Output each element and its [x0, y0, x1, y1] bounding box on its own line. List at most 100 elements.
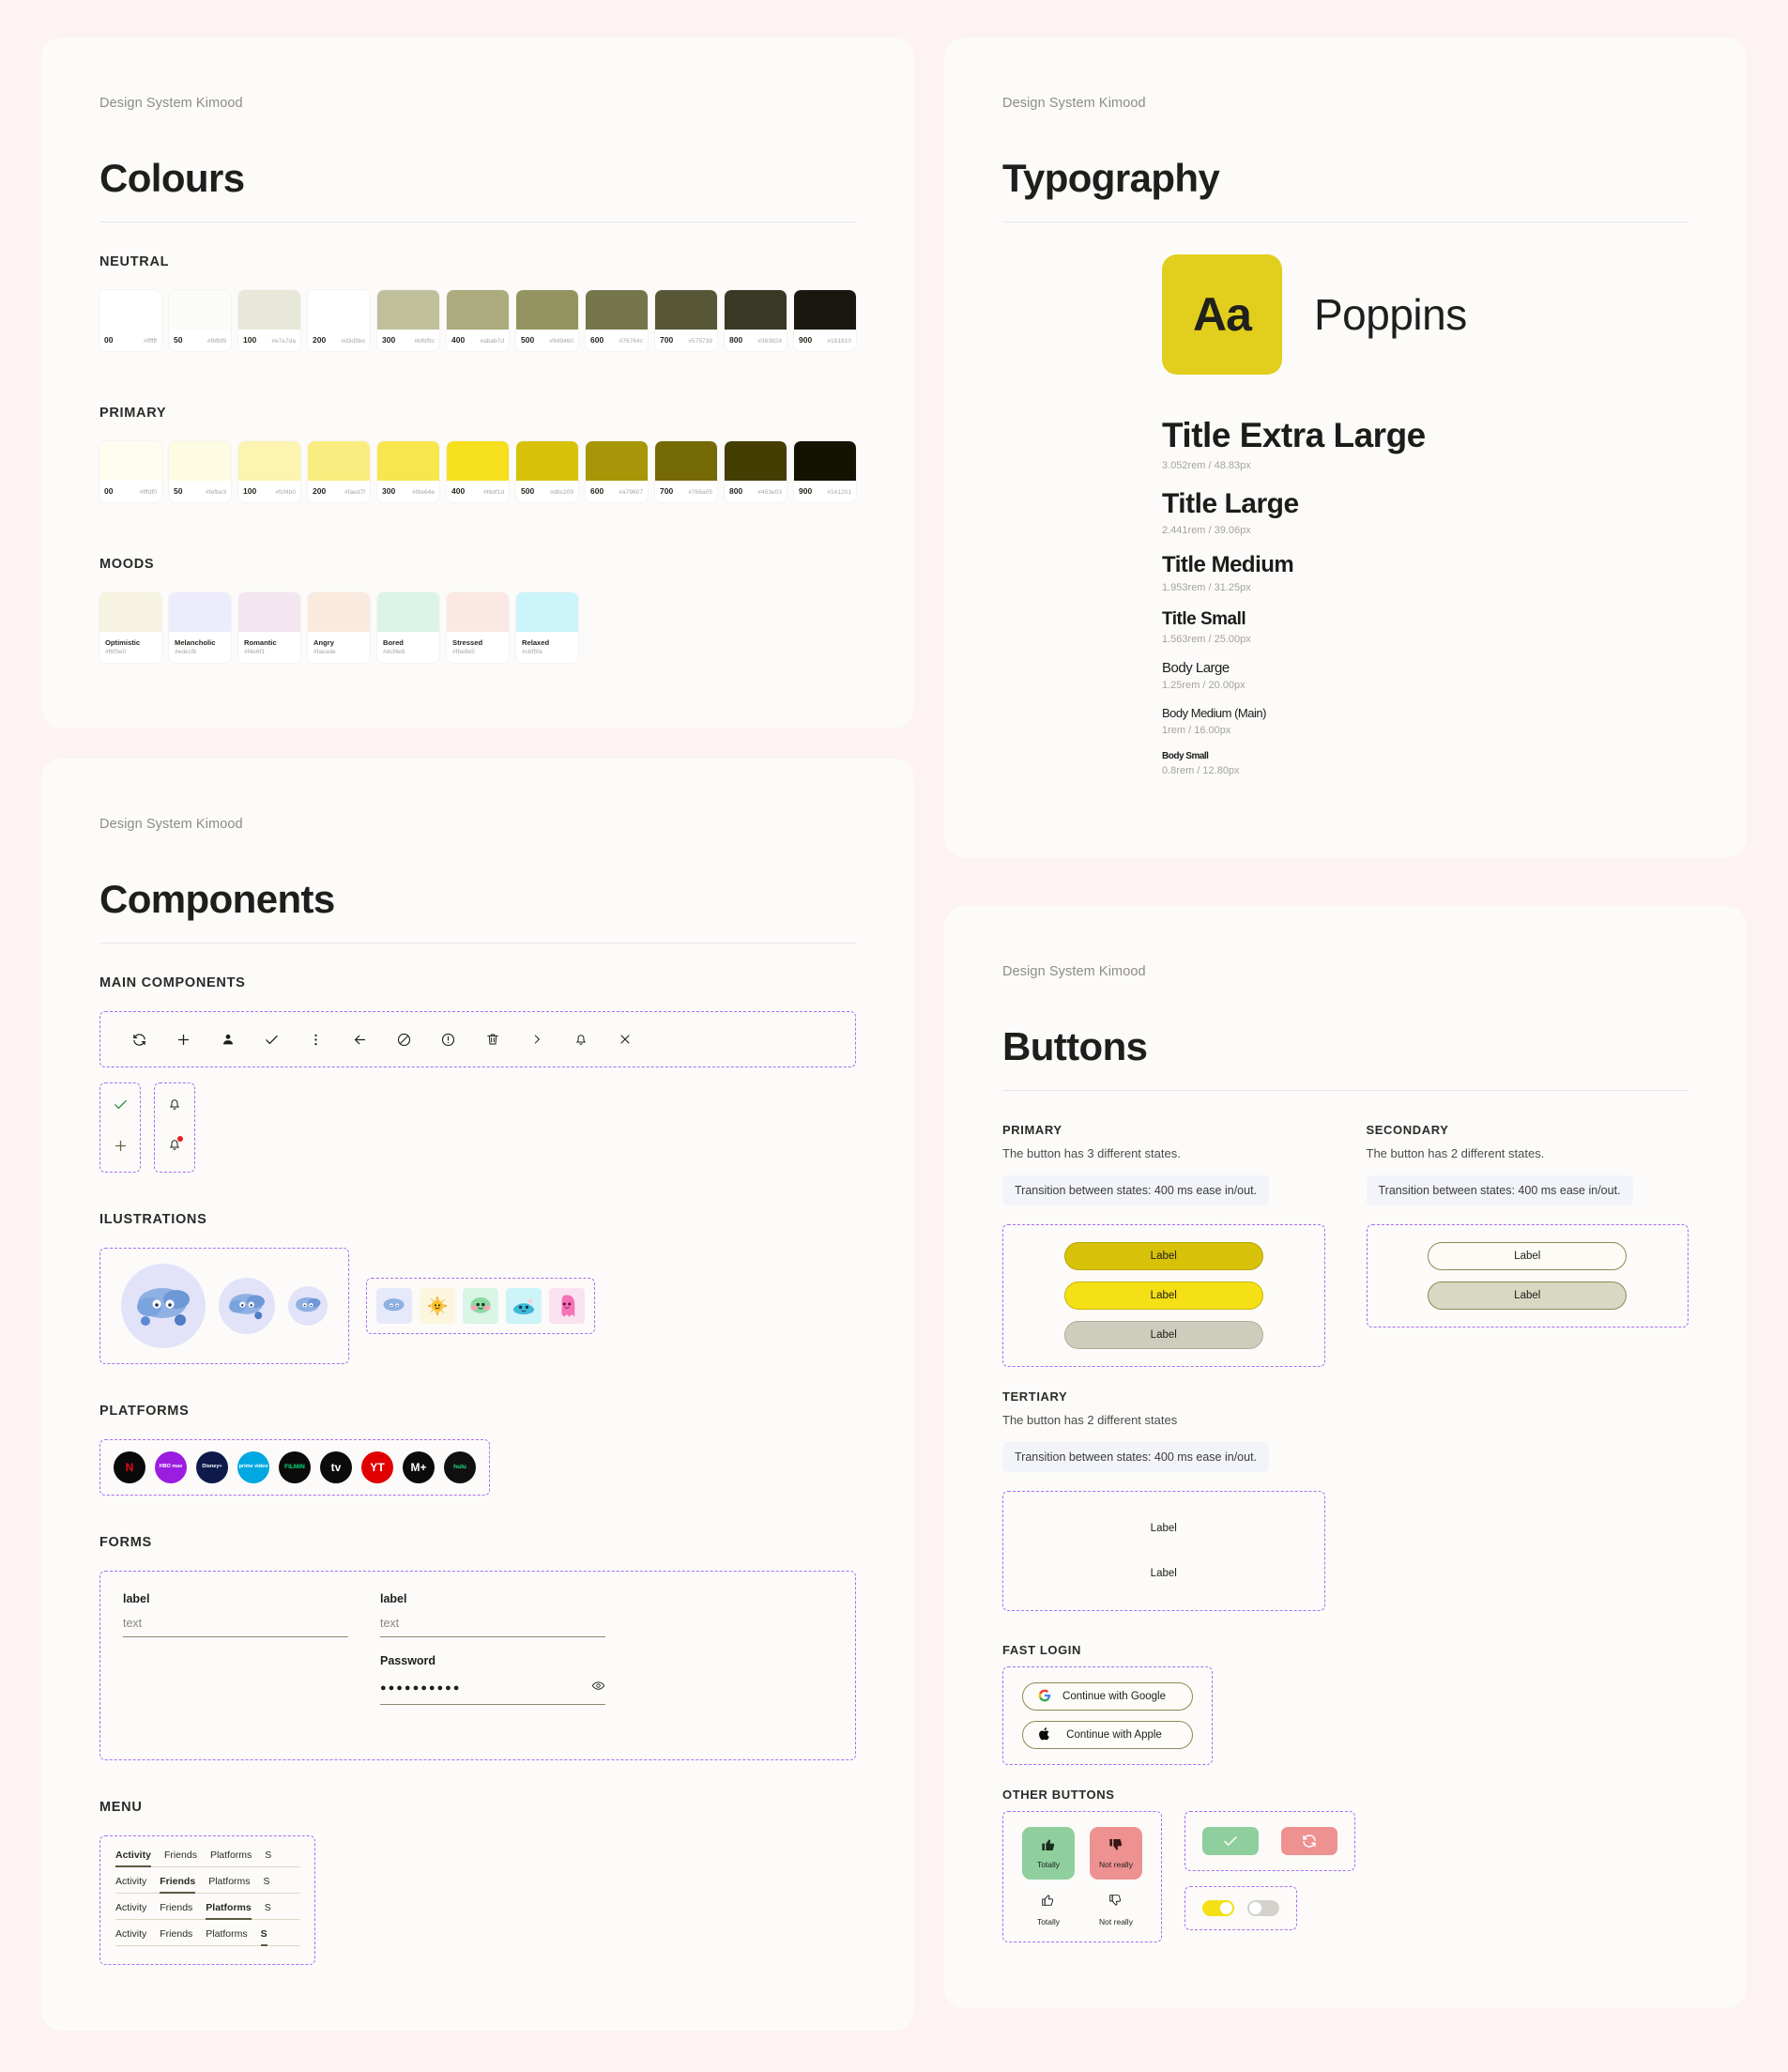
field-input[interactable]: ●●●●●●●●●●	[380, 1679, 605, 1705]
bell-icon[interactable]	[558, 1025, 603, 1053]
primary-swatch[interactable]: 500 #d8c209	[516, 441, 578, 502]
platform-hulu-icon[interactable]: hulu	[444, 1451, 476, 1483]
primary-swatch[interactable]: 200 #faed7f	[308, 441, 370, 502]
neutral-swatch[interactable]: 200 #d3d3bo	[308, 290, 370, 351]
swatch-step: 900	[799, 335, 813, 345]
mood-swatch[interactable]: Angry #faeade	[308, 592, 370, 663]
menu-item-friends[interactable]: Friends	[160, 1876, 195, 1895]
platform-movistar--icon[interactable]: M+	[403, 1451, 435, 1483]
menu-item-s[interactable]: S	[264, 1876, 270, 1893]
tertiary-button-group: Label Label	[1002, 1491, 1325, 1611]
neutral-swatch[interactable]: 100 #e7e7da	[238, 290, 300, 351]
trash-icon[interactable]	[470, 1025, 514, 1053]
primary-swatch[interactable]: 600 #a79607	[586, 441, 648, 502]
plus-icon[interactable]	[113, 1138, 129, 1159]
continue-with-google-button[interactable]: Continue with Google	[1022, 1682, 1193, 1711]
primary-swatch[interactable]: 50 #fefbe3	[169, 441, 231, 502]
close-icon[interactable]	[603, 1025, 647, 1053]
neutral-swatch[interactable]: 800 #383824	[725, 290, 787, 351]
platform-netflix-icon[interactable]: N	[114, 1451, 145, 1483]
menu-item-platforms[interactable]: Platforms	[206, 1928, 247, 1945]
platform-prime-video-icon[interactable]: prime video	[237, 1451, 269, 1483]
platform-disney--icon[interactable]: Disney+	[196, 1451, 228, 1483]
more-vertical-icon[interactable]	[294, 1025, 338, 1053]
eye-icon[interactable]	[591, 1679, 605, 1697]
swatch-color	[238, 441, 300, 481]
bell-alert-icon[interactable]	[167, 1136, 183, 1157]
menu-item-platforms[interactable]: Platforms	[206, 1902, 252, 1921]
menu-item-platforms[interactable]: Platforms	[210, 1849, 252, 1866]
mood-swatch[interactable]: Bored #dcf4e8	[377, 592, 439, 663]
mood-swatch[interactable]: Melancholic #edecfb	[169, 592, 231, 663]
mood-swatch[interactable]: Romantic #f4e6f1	[238, 592, 300, 663]
platform-youtube-icon[interactable]: YT	[361, 1451, 393, 1483]
menu-item-friends[interactable]: Friends	[160, 1928, 192, 1945]
platform-apple-tv-icon[interactable]: tv	[320, 1451, 352, 1483]
vote-yes-button[interactable]: Totally	[1022, 1827, 1075, 1880]
primary-swatch[interactable]: 100 #fcf4b0	[238, 441, 300, 502]
menu-item-activity[interactable]: Activity	[115, 1849, 151, 1868]
neutral-swatch[interactable]: 600 #76764c	[586, 290, 648, 351]
vote-no-plain-button[interactable]: Not really	[1090, 1893, 1142, 1926]
primary-swatch[interactable]: 800 #453e03	[725, 441, 787, 502]
plus-icon[interactable]	[161, 1025, 206, 1053]
primary-swatch[interactable]: 00 #fffdf0	[99, 441, 161, 502]
menu-item-friends[interactable]: Friends	[164, 1849, 197, 1866]
neutral-swatch[interactable]: 50 #fbfbf9	[169, 290, 231, 351]
menu-item-activity[interactable]: Activity	[115, 1876, 146, 1893]
menu-item-activity[interactable]: Activity	[115, 1928, 146, 1945]
refresh-icon-button[interactable]	[1281, 1827, 1337, 1855]
swatch-meta: 300 #f8e64e	[377, 481, 439, 502]
vote-no-button[interactable]: Not really	[1090, 1827, 1142, 1880]
vote-yes-plain-button[interactable]: Totally	[1022, 1893, 1075, 1926]
menu-item-friends[interactable]: Friends	[160, 1902, 192, 1919]
mood-color	[99, 592, 161, 632]
primary-swatch[interactable]: 900 #141201	[794, 441, 856, 502]
menu-item-s[interactable]: S	[265, 1849, 271, 1866]
mini-icon-groups	[99, 1082, 856, 1173]
neutral-swatch[interactable]: 00 #ffffff	[99, 290, 161, 351]
platform-hbo-max-icon[interactable]: HBO max	[155, 1451, 187, 1483]
refresh-icon[interactable]	[117, 1025, 161, 1053]
primary-swatch[interactable]: 400 #f6df1d	[447, 441, 509, 502]
confirm-icon-button[interactable]	[1202, 1827, 1259, 1855]
secondary-button-hover[interactable]: Label	[1428, 1282, 1628, 1310]
arrow-left-icon[interactable]	[338, 1025, 382, 1053]
tertiary-button-hover[interactable]: Label	[1064, 1559, 1263, 1588]
menu-item-activity[interactable]: Activity	[115, 1902, 146, 1919]
neutral-swatch[interactable]: 300 #bfbf9c	[377, 290, 439, 351]
toggle-on[interactable]	[1202, 1900, 1234, 1916]
menu-item-platforms[interactable]: Platforms	[208, 1876, 250, 1893]
alert-icon[interactable]	[426, 1025, 470, 1053]
menu-item-s[interactable]: S	[260, 1928, 267, 1947]
menu-item-s[interactable]: S	[265, 1902, 271, 1919]
chevron-right-icon[interactable]	[514, 1025, 558, 1053]
check-icon[interactable]	[250, 1025, 294, 1053]
toggle-knob	[1220, 1902, 1232, 1914]
primary-button-default[interactable]: Label	[1063, 1242, 1263, 1270]
primary-button-disabled[interactable]: Label	[1063, 1321, 1263, 1349]
primary-swatch[interactable]: 300 #f8e64e	[377, 441, 439, 502]
continue-with-apple-button[interactable]: Continue with Apple	[1022, 1721, 1193, 1749]
secondary-button-default[interactable]: Label	[1428, 1242, 1628, 1270]
primary-button-hover[interactable]: Label	[1063, 1282, 1263, 1310]
bell-icon[interactable]	[167, 1097, 182, 1116]
field-input[interactable]: text	[380, 1617, 605, 1637]
person-icon[interactable]	[206, 1025, 250, 1053]
field-label: label	[123, 1592, 150, 1605]
mood-swatch[interactable]: Relaxed #cbf5fa	[516, 592, 578, 663]
neutral-swatch[interactable]: 500 #949460	[516, 290, 578, 351]
mood-swatch[interactable]: Stressed #fbe8e5	[447, 592, 509, 663]
primary-swatch[interactable]: 700 #766a05	[655, 441, 717, 502]
toggle-off[interactable]	[1247, 1900, 1279, 1916]
neutral-swatch[interactable]: 400 #abab7d	[447, 290, 509, 351]
check-icon[interactable]	[113, 1097, 129, 1117]
tertiary-button-default[interactable]: Label	[1064, 1514, 1263, 1542]
platform-filmin-icon[interactable]: FILMIN	[279, 1451, 311, 1483]
neutral-swatch[interactable]: 900 #181810	[794, 290, 856, 351]
neutral-swatch[interactable]: 700 #575738	[655, 290, 717, 351]
field-input[interactable]: text	[123, 1617, 348, 1637]
block-icon[interactable]	[382, 1025, 426, 1053]
mood-swatch[interactable]: Optimistic #f6f3e0	[99, 592, 161, 663]
